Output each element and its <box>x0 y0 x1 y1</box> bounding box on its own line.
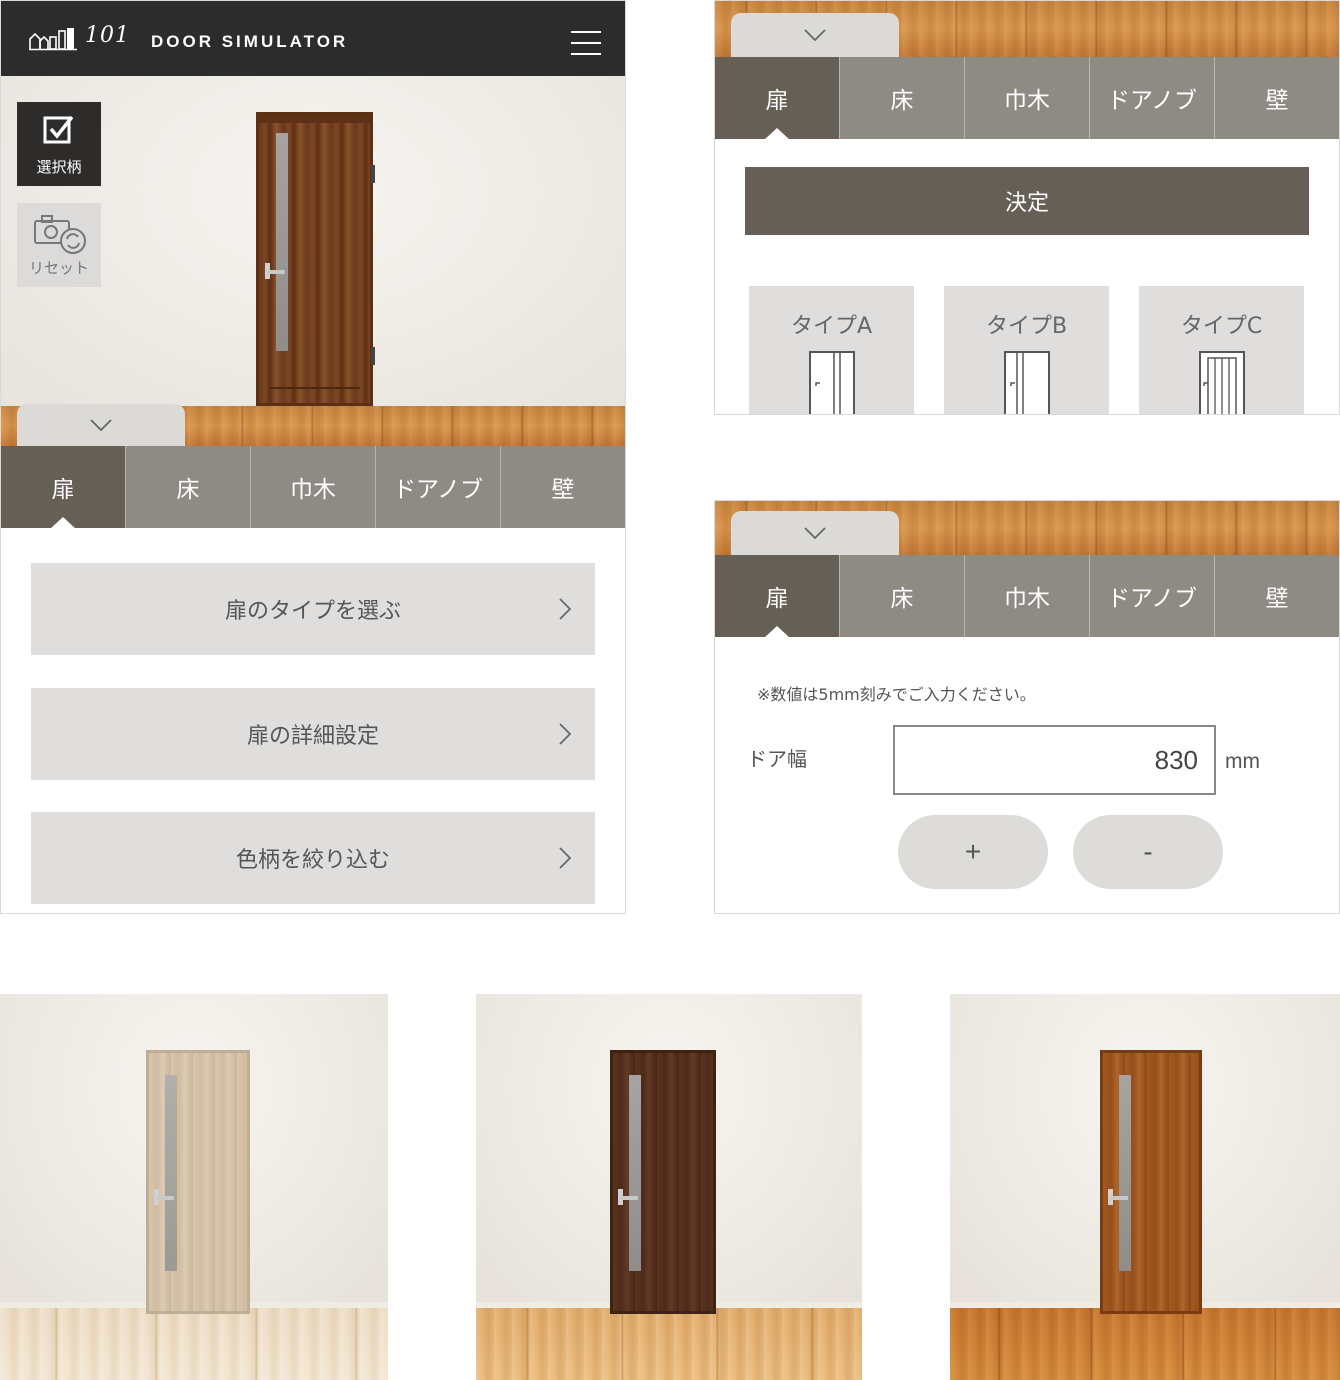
tab-doorknob[interactable]: ドアノブ <box>375 446 500 528</box>
reset-button[interactable]: リセット <box>17 203 101 287</box>
logo-buildings-icon <box>29 28 77 51</box>
tab-doorknob[interactable]: ドアノブ <box>1089 57 1214 139</box>
chevron-right-icon <box>559 723 571 745</box>
choose-door-type-button[interactable]: 扉のタイプを選ぶ <box>31 563 595 655</box>
tab-baseboard[interactable]: 巾木 <box>250 446 375 528</box>
door-image <box>146 1050 250 1314</box>
tab-floor[interactable]: 床 <box>839 57 964 139</box>
preview-orange-door <box>950 994 1340 1380</box>
type-b-card[interactable]: タイプB <box>944 286 1109 414</box>
app-title: DOOR SIMULATOR <box>151 32 349 51</box>
room-preview: 選択柄 リセット <box>1 76 625 406</box>
chevron-down-icon <box>90 419 112 431</box>
selected-pattern-button[interactable]: 選択柄 <box>17 102 101 186</box>
app-header: 101 DOOR SIMULATOR <box>1 1 625 76</box>
chevron-down-icon <box>804 527 826 539</box>
collapse-tab[interactable] <box>17 404 185 446</box>
door-image <box>256 112 375 406</box>
door-width-input[interactable]: 830 <box>893 725 1216 795</box>
type-c-card[interactable]: タイプC <box>1139 286 1304 414</box>
door-image <box>1100 1050 1202 1314</box>
decrease-button[interactable]: - <box>1073 815 1223 889</box>
hamburger-menu-icon[interactable] <box>571 31 601 59</box>
increase-button[interactable]: + <box>898 815 1048 889</box>
type-a-card[interactable]: タイプA <box>749 286 914 414</box>
door-type-b-icon <box>1003 351 1050 414</box>
camera-reset-icon <box>34 215 86 254</box>
tab-floor[interactable]: 床 <box>839 555 964 637</box>
door-detail-settings-label: 扉の詳細設定 <box>246 724 379 749</box>
chevron-right-icon <box>559 847 571 869</box>
filter-colors-label: 色柄を絞り込む <box>235 848 390 873</box>
decide-button[interactable]: 決定 <box>745 167 1309 235</box>
reset-label: リセット <box>28 259 89 277</box>
checkbox-icon <box>43 115 74 144</box>
category-tabs: 扉 床 巾木 ドアノブ 壁 <box>715 57 1339 140</box>
tab-door[interactable]: 扉 <box>1 446 125 529</box>
chevron-down-icon <box>804 29 826 41</box>
simulator-panel: 101 DOOR SIMULATOR 選択柄 リセット 扉 床 巾木 ドアノブ … <box>0 0 626 914</box>
logo-number: 101 <box>85 23 130 48</box>
preview-dark-door <box>476 994 862 1380</box>
tab-door[interactable]: 扉 <box>715 57 839 140</box>
tab-door[interactable]: 扉 <box>715 555 839 638</box>
category-tabs: 扉 床 巾木 ドアノブ 壁 <box>1 446 625 529</box>
type-select-panel: 扉 床 巾木 ドアノブ 壁 決定 タイプA タイプB タイプC <box>714 0 1340 415</box>
tab-wall[interactable]: 壁 <box>1214 555 1339 637</box>
tab-wall[interactable]: 壁 <box>1214 57 1339 139</box>
tab-baseboard[interactable]: 巾木 <box>964 57 1089 139</box>
width-unit: mm <box>1225 750 1260 773</box>
door-type-a-icon <box>808 351 855 414</box>
type-b-label: タイプB <box>985 314 1068 339</box>
selected-pattern-label: 選択柄 <box>36 158 82 176</box>
tab-floor[interactable]: 床 <box>125 446 250 528</box>
category-tabs: 扉 床 巾木 ドアノブ 壁 <box>715 555 1339 638</box>
collapse-tab[interactable] <box>731 511 899 555</box>
tab-wall[interactable]: 壁 <box>500 446 625 528</box>
choose-door-type-label: 扉のタイプを選ぶ <box>224 599 401 624</box>
door-type-c-icon <box>1198 351 1245 414</box>
input-note: ※数値は5mm刻みでご入力ください。 <box>757 685 1036 704</box>
tab-doorknob[interactable]: ドアノブ <box>1089 555 1214 637</box>
type-c-label: タイプC <box>1180 314 1263 339</box>
collapse-tab[interactable] <box>731 13 899 57</box>
chevron-right-icon <box>559 598 571 620</box>
tab-baseboard[interactable]: 巾木 <box>964 555 1089 637</box>
filter-colors-button[interactable]: 色柄を絞り込む <box>31 812 595 904</box>
type-a-label: タイプA <box>790 314 873 339</box>
size-settings-panel: 扉 床 巾木 ドアノブ 壁 ※数値は5mm刻みでご入力ください。 ドア幅 830… <box>714 500 1340 914</box>
preview-light-door <box>0 994 388 1380</box>
door-detail-settings-button[interactable]: 扉の詳細設定 <box>31 688 595 780</box>
door-image <box>610 1050 716 1314</box>
door-width-label: ドア幅 <box>747 747 807 771</box>
